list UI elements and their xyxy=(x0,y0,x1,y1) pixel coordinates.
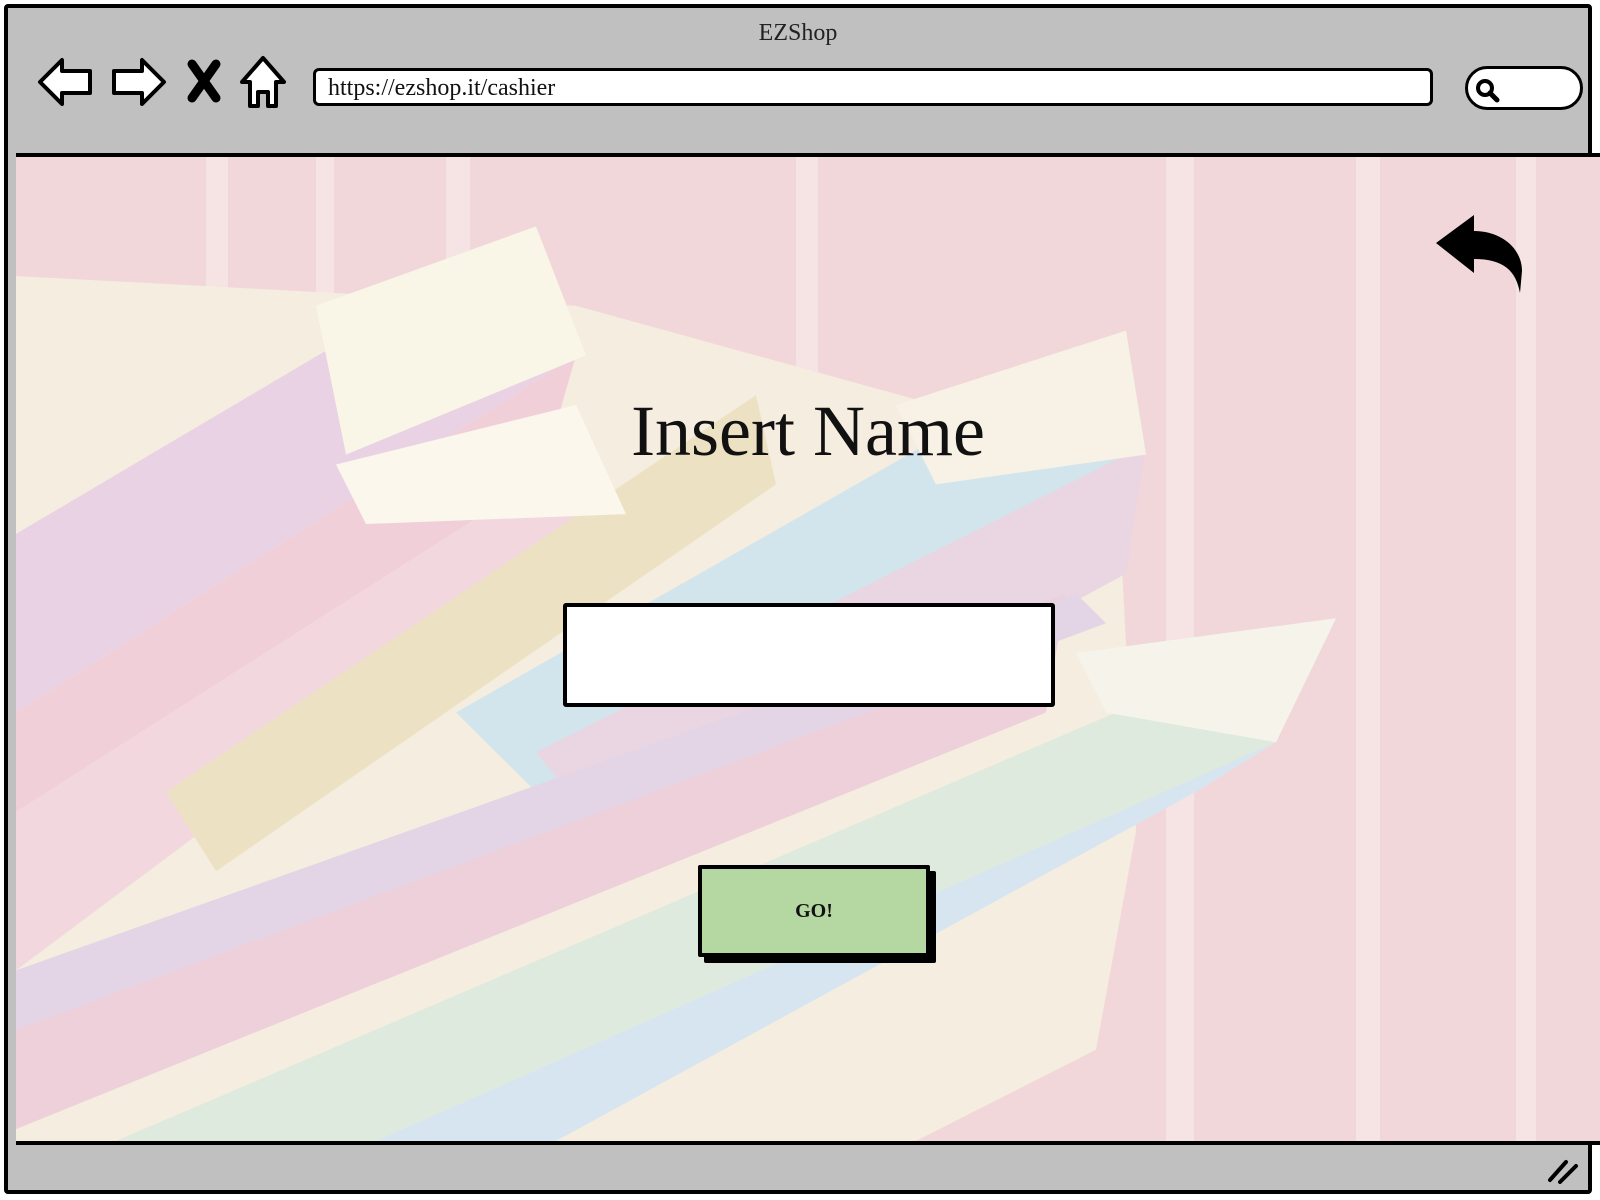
address-bar[interactable]: https://ezshop.it/cashier xyxy=(313,68,1433,106)
browser-search-field[interactable] xyxy=(1465,66,1583,110)
url-text: https://ezshop.it/cashier xyxy=(328,75,556,101)
status-bar xyxy=(8,1140,1588,1190)
search-icon xyxy=(1476,79,1500,103)
forward-arrow-icon[interactable] xyxy=(108,52,168,112)
name-input[interactable] xyxy=(563,603,1055,707)
resize-grip-icon[interactable] xyxy=(1546,1154,1580,1184)
browser-window: EZShop https://ezshop.it/cashier Insert … xyxy=(4,4,1600,1194)
back-arrow-icon[interactable] xyxy=(36,52,96,112)
undo-arrow-icon[interactable] xyxy=(1432,209,1532,299)
page-title: Insert Name xyxy=(631,391,985,471)
window-title: EZShop xyxy=(758,20,838,46)
go-button[interactable]: GO! xyxy=(698,865,930,957)
page-content: Insert Name GO! xyxy=(16,153,1600,1145)
close-icon[interactable] xyxy=(184,52,224,112)
home-icon[interactable] xyxy=(238,52,288,112)
